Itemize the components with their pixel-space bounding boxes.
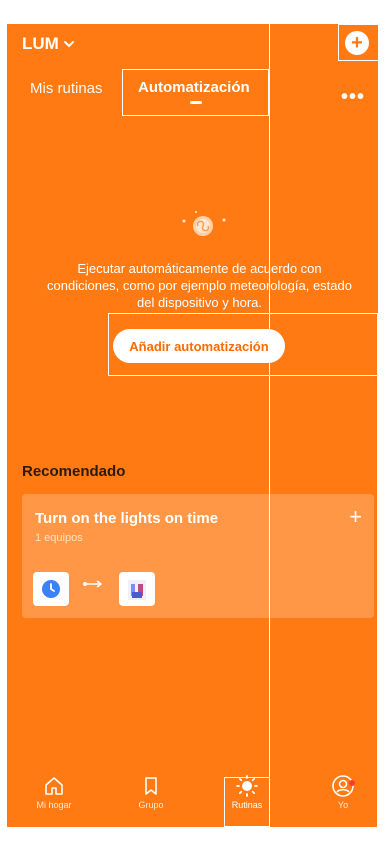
app-screen: LUM + Mis rutinas Automatización ••• Eje… <box>7 24 378 827</box>
nav-item-label: Mi hogar <box>36 800 72 810</box>
annotation-box-tab <box>122 69 269 116</box>
annotation-box-button <box>108 313 378 376</box>
bookmark-icon <box>145 777 157 795</box>
clock-icon <box>42 580 60 598</box>
recommended-title: Recomendado <box>22 463 126 480</box>
device-action-tile <box>119 572 155 606</box>
recommended-card-subtitle: 1 equipos <box>35 532 83 544</box>
nav-item-label: Grupo <box>138 800 164 810</box>
empty-state-text: Ejecutar automáticamente de acuerdo con … <box>47 261 352 310</box>
more-options-button[interactable]: ••• <box>341 86 365 109</box>
annotation-box-nav <box>224 777 270 827</box>
nav-item-yo[interactable]: Yo <box>313 774 373 810</box>
home-name-label: LUM <box>22 34 59 53</box>
annotation-line-vertical <box>269 9 270 844</box>
recommended-card-title: Turn on the lights on time <box>35 510 219 527</box>
annotation-line-right <box>377 376 378 844</box>
notification-badge <box>349 780 355 786</box>
tab-mis-rutinas[interactable]: Mis rutinas <box>30 80 103 97</box>
arrow-right-icon <box>83 580 103 588</box>
home-selector[interactable]: LUM <box>22 34 75 54</box>
nav-item-label: Yo <box>337 800 349 810</box>
automation-illustration-icon <box>182 211 226 236</box>
annotation-line-top <box>20 9 269 10</box>
nav-item-mi-hogar[interactable]: Mi hogar <box>24 774 84 810</box>
home-icon <box>45 777 63 795</box>
nav-item-grupo[interactable]: Grupo <box>121 774 181 810</box>
recommended-card-add-button[interactable]: + <box>349 504 362 530</box>
annotation-box-add <box>338 24 379 61</box>
clock-condition-tile <box>33 572 69 606</box>
recommended-card[interactable]: Turn on the lights on time 1 equipos + <box>22 494 374 618</box>
light-device-icon <box>128 580 146 600</box>
chevron-down-icon <box>63 41 74 48</box>
bottom-navigation: Mi hogar Grupo Rutinas Yo <box>7 774 378 827</box>
profile-icon <box>332 775 354 797</box>
